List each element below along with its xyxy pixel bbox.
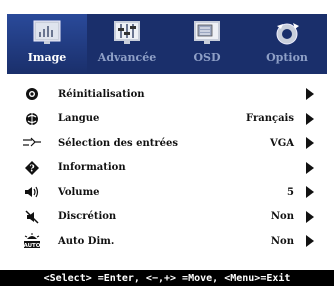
menu-item-value: Non xyxy=(270,211,294,223)
menu-item-volume[interactable]: Volume 5 xyxy=(20,180,322,205)
menu-item-value: 5 xyxy=(287,186,294,198)
submenu-arrow-icon xyxy=(306,210,314,223)
tab-advanced-label: Advancée xyxy=(97,51,157,64)
tab-osd[interactable]: OSD xyxy=(167,14,247,74)
information-icon: ? xyxy=(20,159,44,177)
mute-icon xyxy=(20,208,44,226)
menu-item-value: Non xyxy=(270,235,294,247)
tab-image-label: Image xyxy=(27,51,67,64)
tab-bar: Image Advancée OSD Option xyxy=(7,14,327,74)
input-select-icon xyxy=(20,134,44,152)
reset-icon xyxy=(20,85,44,103)
menu-item-label: Auto Dim. xyxy=(58,235,115,247)
submenu-arrow-icon xyxy=(306,88,314,101)
menu-item-language[interactable]: Langue Français xyxy=(20,107,322,132)
menu-item-information[interactable]: ? Information xyxy=(20,156,322,181)
menu-item-reset[interactable]: Réinitialisation xyxy=(20,82,322,107)
tab-osd-label: OSD xyxy=(193,51,221,64)
osd-menu-panel: Image Advancée OSD Option Réinitialisati… xyxy=(2,2,332,261)
auto-dim-icon: AUTO xyxy=(20,232,44,250)
menu-item-mute[interactable]: Discrétion Non xyxy=(20,205,322,230)
key-hint-bar: <Select> =Enter, <−,+> =Move, <Menu>=Exi… xyxy=(0,270,334,286)
option-menu-list: Réinitialisation Langue Français Sélecti… xyxy=(20,82,322,254)
submenu-arrow-icon xyxy=(306,235,314,248)
submenu-arrow-icon xyxy=(306,112,314,125)
svg-text:?: ? xyxy=(29,164,34,174)
menu-item-label: Réinitialisation xyxy=(58,88,145,100)
tab-advanced[interactable]: Advancée xyxy=(87,14,167,74)
menu-item-input-select[interactable]: Sélection des entrées VGA xyxy=(20,131,322,156)
key-hint-text: <Select> =Enter, <−,+> =Move, <Menu>=Exi… xyxy=(43,272,291,284)
svg-text:AUTO: AUTO xyxy=(24,243,41,249)
advanced-tab-icon xyxy=(113,20,141,46)
tab-option[interactable]: Option xyxy=(247,14,327,74)
menu-item-value: Français xyxy=(246,113,294,125)
volume-icon xyxy=(20,183,44,201)
image-tab-icon xyxy=(33,20,61,46)
option-tab-icon xyxy=(273,20,301,46)
tab-image[interactable]: Image xyxy=(7,14,87,74)
menu-item-label: Information xyxy=(58,162,126,174)
menu-item-auto-dim[interactable]: AUTO Auto Dim. Non xyxy=(20,229,322,254)
submenu-arrow-icon xyxy=(306,161,314,174)
tab-option-label: Option xyxy=(266,51,308,64)
submenu-arrow-icon xyxy=(306,186,314,199)
menu-item-value: VGA xyxy=(269,137,294,149)
language-icon xyxy=(20,110,44,128)
osd-tab-icon xyxy=(193,20,221,46)
menu-item-label: Volume xyxy=(58,186,100,198)
menu-item-label: Langue xyxy=(58,113,100,125)
submenu-arrow-icon xyxy=(306,137,314,150)
menu-item-label: Sélection des entrées xyxy=(58,137,179,149)
menu-item-label: Discrétion xyxy=(58,211,117,223)
